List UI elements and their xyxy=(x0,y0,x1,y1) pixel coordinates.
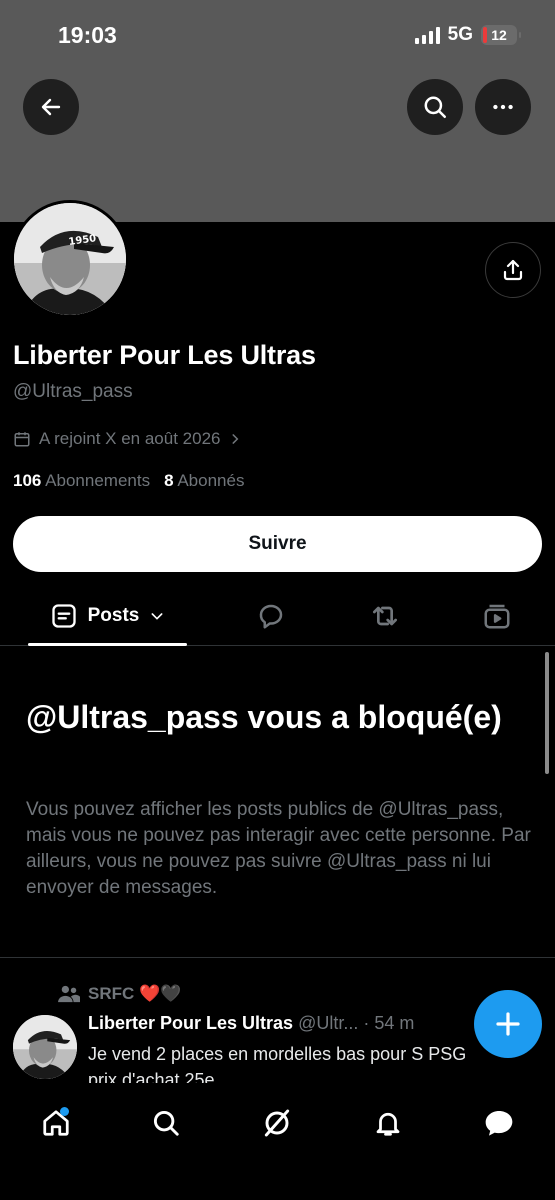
joined-date[interactable]: A rejoint X en août 2026 xyxy=(13,429,242,449)
scrollbar[interactable] xyxy=(545,652,549,774)
battery-level: 12 xyxy=(491,27,507,43)
nav-grok[interactable] xyxy=(253,1099,301,1147)
following-label: Abonnements xyxy=(45,471,151,490)
bottom-navigation xyxy=(0,1083,555,1200)
post-header: Liberter Pour Les Ultras @Ultr... · 54 m xyxy=(88,1013,483,1034)
post-author-avatar[interactable] xyxy=(13,1015,77,1079)
compose-post-button[interactable] xyxy=(474,990,542,1058)
battery-icon: 12 xyxy=(481,25,521,45)
followers-link[interactable]: 8 Abonnés xyxy=(164,471,244,491)
share-icon xyxy=(503,259,523,281)
grok-icon xyxy=(264,1109,290,1137)
divider xyxy=(0,957,555,958)
status-icons: 5G 12 xyxy=(414,24,521,46)
bell-icon xyxy=(376,1112,400,1136)
tab-media[interactable] xyxy=(469,586,525,646)
community-icon xyxy=(58,985,80,1003)
community-name: SRFC ❤️🖤 xyxy=(88,984,182,1003)
post-text[interactable]: Je vend 2 places en mordelles bas pour S… xyxy=(88,1041,478,1083)
chevron-down-icon xyxy=(151,613,163,620)
post-meta: @Ultr... · 54 m xyxy=(293,1013,415,1033)
tab-posts[interactable]: Posts xyxy=(28,586,187,646)
blocked-description: Vous pouvez afficher les posts publics d… xyxy=(26,799,531,898)
chevron-right-icon xyxy=(232,434,239,444)
nav-home[interactable] xyxy=(32,1099,80,1147)
avatar-image: 1950 xyxy=(14,203,126,315)
community-label[interactable]: SRFC ❤️🖤 xyxy=(58,984,181,1004)
nav-notifications[interactable] xyxy=(364,1099,412,1147)
nav-search[interactable] xyxy=(142,1099,190,1147)
chat-bubble-icon xyxy=(485,1111,513,1136)
profile-tabs: Posts xyxy=(0,586,555,646)
search-button[interactable] xyxy=(407,79,463,135)
tab-posts-label: Posts xyxy=(87,605,140,626)
followers-label: Abonnés xyxy=(177,471,245,490)
tab-reposts[interactable] xyxy=(357,586,413,646)
following-count: 106 xyxy=(13,471,42,490)
more-dots-icon xyxy=(493,104,513,110)
signal-icon xyxy=(414,26,440,44)
blocked-title: @Ultras_pass vous a bloqué(e) xyxy=(26,699,502,735)
reply-bubble-icon xyxy=(259,604,283,629)
arrow-left-icon xyxy=(41,98,61,116)
follow-stats: 106 Abonnements 8 Abonnés xyxy=(13,471,244,491)
back-button[interactable] xyxy=(23,79,79,135)
more-options-button[interactable] xyxy=(475,79,531,135)
tab-replies[interactable] xyxy=(243,586,299,646)
post-author-name[interactable]: Liberter Pour Les Ultras xyxy=(88,1013,293,1033)
notification-dot xyxy=(60,1107,69,1116)
follow-button[interactable]: Suivre xyxy=(13,516,542,572)
followers-count: 8 xyxy=(164,471,174,490)
share-button[interactable] xyxy=(485,242,541,298)
profile-name: Liberter Pour Les Ultras xyxy=(13,340,316,370)
nav-messages[interactable] xyxy=(475,1099,523,1147)
calendar-icon xyxy=(14,432,30,447)
search-icon xyxy=(153,1110,179,1136)
search-icon xyxy=(424,96,446,118)
joined-text: A rejoint X en août 2026 xyxy=(39,429,221,448)
plus-icon xyxy=(496,1012,520,1036)
posts-icon xyxy=(51,604,76,628)
network-type: 5G xyxy=(447,24,473,45)
profile-avatar[interactable]: 1950 xyxy=(11,200,129,318)
profile-handle: @Ultras_pass xyxy=(13,381,133,402)
repost-icon xyxy=(373,606,397,626)
following-link[interactable]: 106 Abonnements xyxy=(13,471,150,491)
status-time: 19:03 xyxy=(58,22,117,48)
media-video-icon xyxy=(484,604,510,629)
